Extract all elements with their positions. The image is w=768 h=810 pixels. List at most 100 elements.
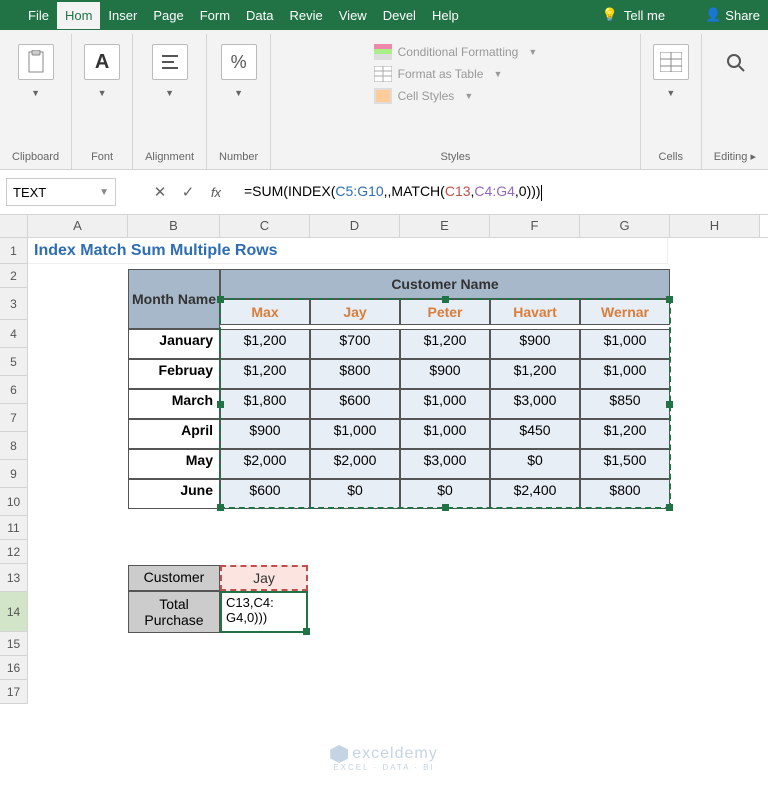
data-cell[interactable]: $600 — [310, 389, 400, 419]
tab-home[interactable]: Hom — [57, 2, 100, 29]
tell-me[interactable]: Tell me — [624, 8, 665, 23]
group-styles: Styles — [440, 147, 470, 167]
customer-header: Peter — [400, 299, 490, 325]
data-cell[interactable]: $2,000 — [310, 449, 400, 479]
tab-insert[interactable]: Inser — [100, 2, 145, 29]
data-cell[interactable]: $900 — [220, 419, 310, 449]
data-cell[interactable]: $2,000 — [220, 449, 310, 479]
tab-developer[interactable]: Devel — [375, 2, 424, 29]
conditional-formatting-button[interactable]: Conditional Formatting▼ — [374, 44, 538, 60]
row-header[interactable]: 11 — [0, 516, 28, 540]
row-header[interactable]: 16 — [0, 656, 28, 680]
formula-bar[interactable]: =SUM(INDEX(C5:G10,,MATCH(C13,C4:G4,0))) — [240, 179, 762, 204]
row-header[interactable]: 8 — [0, 432, 28, 460]
row-header[interactable]: 6 — [0, 376, 28, 404]
data-cell[interactable]: $850 — [580, 389, 670, 419]
ribbon: ▼ Clipboard A ▼ Font ▼ Alignment % ▼ Num… — [0, 30, 768, 170]
month-cell: January — [128, 329, 220, 359]
select-all-corner[interactable] — [0, 215, 28, 237]
cancel-icon[interactable]: ✕ — [146, 183, 174, 201]
lookup-customer-value[interactable]: Jay — [220, 565, 308, 591]
row-header[interactable]: 5 — [0, 348, 28, 376]
col-header[interactable]: D — [310, 215, 400, 237]
col-header[interactable]: G — [580, 215, 670, 237]
chevron-down-icon[interactable]: ▼ — [31, 88, 40, 98]
data-cell[interactable]: $1,200 — [580, 419, 670, 449]
active-cell-formula[interactable]: C13,C4: G4,0))) — [220, 591, 308, 633]
number-icon[interactable]: % — [221, 44, 257, 80]
data-cell[interactable]: $800 — [310, 359, 400, 389]
col-header[interactable]: C — [220, 215, 310, 237]
data-cell[interactable]: $1,200 — [400, 329, 490, 359]
row-header[interactable]: 10 — [0, 488, 28, 516]
col-header[interactable]: A — [28, 215, 128, 237]
chevron-down-icon[interactable]: ▼ — [98, 88, 107, 98]
row-header[interactable]: 1 — [0, 238, 28, 264]
format-as-table-button[interactable]: Format as Table▼ — [374, 66, 538, 82]
row-header[interactable]: 15 — [0, 632, 28, 656]
data-cell[interactable]: $0 — [490, 449, 580, 479]
data-cell[interactable]: $800 — [580, 479, 670, 509]
data-cell[interactable]: $0 — [310, 479, 400, 509]
paste-icon[interactable] — [18, 44, 54, 80]
col-header[interactable]: H — [670, 215, 760, 237]
watermark: exceldemy EXCEL · DATA · BI — [0, 745, 768, 772]
data-cell[interactable]: $1,000 — [400, 419, 490, 449]
tab-file[interactable]: File — [20, 2, 57, 29]
enter-icon[interactable]: ✓ — [174, 183, 202, 201]
data-cell[interactable]: $1,200 — [220, 329, 310, 359]
share-button[interactable]: Share — [725, 8, 760, 23]
font-icon[interactable]: A — [84, 44, 120, 80]
chevron-down-icon[interactable]: ▼ — [165, 88, 174, 98]
data-cell[interactable]: $1,200 — [220, 359, 310, 389]
customer-header: Max — [220, 299, 310, 325]
chevron-down-icon[interactable]: ▼ — [234, 88, 243, 98]
fx-icon[interactable]: fx — [202, 185, 230, 200]
row-header[interactable]: 4 — [0, 320, 28, 348]
col-header[interactable]: B — [128, 215, 220, 237]
formula-bar-row: TEXT▼ ✕ ✓ fx =SUM(INDEX(C5:G10,,MATCH(C1… — [0, 170, 768, 215]
cells-icon[interactable] — [653, 44, 689, 80]
data-cell[interactable]: $900 — [490, 329, 580, 359]
data-cell[interactable]: $1,500 — [580, 449, 670, 479]
data-cell[interactable]: $1,800 — [220, 389, 310, 419]
data-cell[interactable]: $700 — [310, 329, 400, 359]
row-header[interactable]: 9 — [0, 460, 28, 488]
fill-handle[interactable] — [303, 628, 310, 635]
row-header[interactable]: 14 — [0, 592, 28, 632]
data-cell[interactable]: $3,000 — [490, 389, 580, 419]
data-cell[interactable]: $0 — [400, 479, 490, 509]
data-cell[interactable]: $1,200 — [490, 359, 580, 389]
tab-review[interactable]: Revie — [282, 2, 331, 29]
data-cell[interactable]: $1,000 — [400, 389, 490, 419]
row-header[interactable]: 2 — [0, 264, 28, 288]
tab-formulas[interactable]: Form — [192, 2, 238, 29]
data-cell[interactable]: $2,400 — [490, 479, 580, 509]
alignment-icon[interactable] — [152, 44, 188, 80]
tab-data[interactable]: Data — [238, 2, 281, 29]
tab-help[interactable]: Help — [424, 2, 467, 29]
data-cell[interactable]: $450 — [490, 419, 580, 449]
name-box[interactable]: TEXT▼ — [6, 178, 116, 206]
data-cell[interactable]: $1,000 — [580, 329, 670, 359]
tab-page[interactable]: Page — [145, 2, 191, 29]
lightbulb-icon: 💡 — [602, 7, 618, 23]
editing-icon[interactable] — [717, 44, 753, 80]
watermark-icon — [330, 745, 348, 763]
data-cell[interactable]: $1,000 — [580, 359, 670, 389]
row-header[interactable]: 17 — [0, 680, 28, 704]
data-cell[interactable]: $3,000 — [400, 449, 490, 479]
row-header[interactable]: 12 — [0, 540, 28, 564]
col-header[interactable]: E — [400, 215, 490, 237]
data-cell[interactable]: $900 — [400, 359, 490, 389]
chevron-down-icon[interactable]: ▼ — [666, 88, 675, 98]
data-cell[interactable]: $600 — [220, 479, 310, 509]
row-header[interactable]: 7 — [0, 404, 28, 432]
chevron-down-icon[interactable]: ▼ — [99, 187, 109, 198]
data-cell[interactable]: $1,000 — [310, 419, 400, 449]
col-header[interactable]: F — [490, 215, 580, 237]
cell-styles-button[interactable]: Cell Styles▼ — [374, 88, 538, 104]
row-header[interactable]: 3 — [0, 288, 28, 320]
row-header[interactable]: 13 — [0, 564, 28, 592]
tab-view[interactable]: View — [331, 2, 375, 29]
